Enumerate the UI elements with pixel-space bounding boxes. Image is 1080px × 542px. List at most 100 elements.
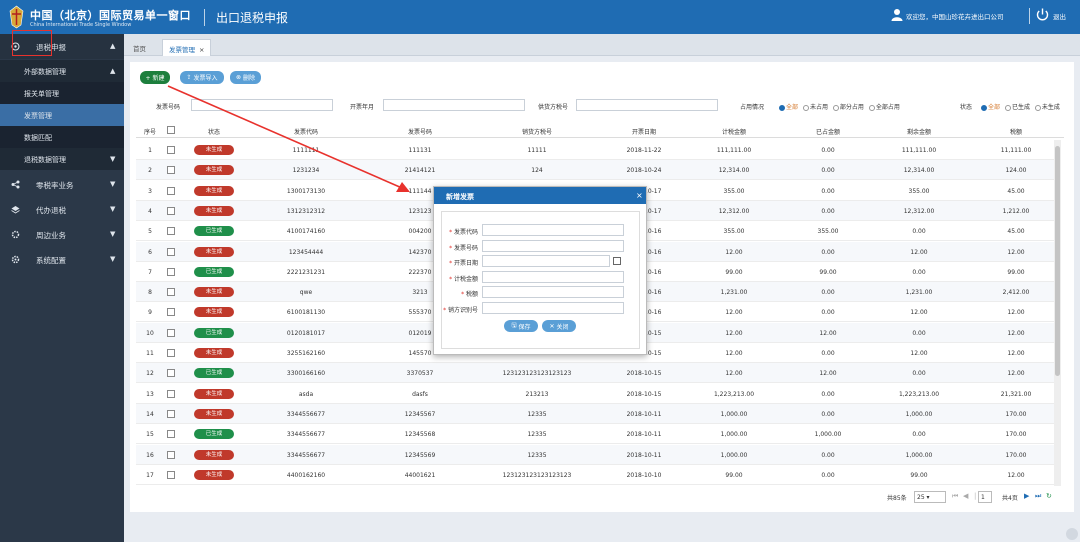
row-checkbox[interactable] bbox=[167, 308, 175, 317]
tab-home[interactable]: 首页 bbox=[127, 39, 152, 56]
form-input[interactable] bbox=[482, 255, 610, 267]
table-cell: 21414121 bbox=[404, 167, 436, 175]
row-checkbox[interactable] bbox=[167, 409, 175, 418]
row-checkbox[interactable] bbox=[167, 247, 175, 256]
sidebar-item-external-data[interactable]: 外部数据管理 ▲ bbox=[0, 60, 124, 82]
status-radio-group[interactable]: 全部 已生成 未生成 bbox=[981, 102, 1063, 111]
table-row[interactable]: 12 已生成 3300166160 3370537 123123123123123123… bbox=[136, 363, 1056, 384]
form-input[interactable] bbox=[482, 286, 624, 298]
issue-month-input[interactable] bbox=[383, 99, 525, 111]
sidebar-item-data-matching[interactable]: 数据匹配 bbox=[0, 126, 124, 148]
status-badge: 未生成 bbox=[194, 145, 234, 155]
table-row[interactable]: 17 未生成 4400162160 44001621 12312312312312312… bbox=[136, 465, 1056, 485]
power-icon[interactable] bbox=[1035, 7, 1050, 22]
table-cell: 1,000.00 bbox=[905, 451, 933, 459]
last-page-icon[interactable]: ⏭ bbox=[1035, 492, 1041, 501]
cell-seq: 1 bbox=[148, 147, 152, 154]
field-label-text: 税额 bbox=[465, 291, 478, 298]
scrollbar-thumb[interactable] bbox=[1055, 146, 1060, 376]
seller-tax-input[interactable] bbox=[576, 99, 718, 111]
row-checkbox[interactable] bbox=[167, 206, 175, 215]
form-input[interactable] bbox=[482, 301, 624, 314]
close-label: 关闭 bbox=[556, 323, 569, 331]
row-checkbox[interactable] bbox=[167, 328, 175, 337]
row-checkbox[interactable] bbox=[167, 288, 175, 297]
close-icon[interactable]: × bbox=[636, 191, 643, 200]
select-all-checkbox[interactable] bbox=[167, 126, 175, 134]
row-checkbox[interactable] bbox=[167, 146, 175, 154]
row-checkbox[interactable] bbox=[167, 470, 175, 479]
page-size-select[interactable]: 25 ▾ bbox=[914, 491, 946, 503]
table-cell: 2018-10-11 bbox=[626, 431, 662, 439]
refresh-icon[interactable]: ↻ bbox=[1046, 492, 1052, 500]
tab-bar: 首页 发票管理 × bbox=[124, 34, 1080, 56]
table-row[interactable]: 2 未生成 1231234 21414121 124 2018-10-24 12,314.0… bbox=[136, 160, 1056, 181]
add-button[interactable]: + 新建 bbox=[140, 71, 170, 84]
occupy-radio-all[interactable]: 全部 bbox=[779, 104, 798, 111]
table-row[interactable]: 13 未生成 asda dasfs 213213 2018-10-15 1,223,213.… bbox=[136, 384, 1056, 404]
page-input[interactable]: 1 bbox=[978, 491, 992, 503]
form-input[interactable] bbox=[482, 224, 624, 236]
row-checkbox[interactable] bbox=[167, 227, 175, 236]
row-checkbox[interactable] bbox=[167, 349, 175, 357]
calendar-icon[interactable] bbox=[613, 257, 621, 265]
sidebar-item-zero-rate[interactable]: 零税率业务 ▼ bbox=[0, 172, 124, 197]
table-cell: 12.00 bbox=[725, 329, 743, 337]
occupy-radio-group[interactable]: 全部 未占用 部分占用 全部占用 bbox=[779, 102, 903, 111]
close-button[interactable]: ✕ 关闭 bbox=[542, 320, 576, 332]
row-checkbox[interactable] bbox=[167, 430, 175, 439]
cell-seq: 13 bbox=[146, 390, 154, 398]
invoice-no-input[interactable] bbox=[191, 99, 333, 111]
tab-invoice-management[interactable]: 发票管理 × bbox=[162, 39, 212, 56]
sidebar-item-invoice-management[interactable]: 发票管理 bbox=[0, 104, 124, 126]
next-page-icon[interactable]: ▶ bbox=[1024, 492, 1029, 500]
row-checkbox[interactable] bbox=[167, 267, 175, 276]
table-cell: 111,111.00 bbox=[716, 147, 752, 154]
row-checkbox[interactable] bbox=[167, 389, 175, 398]
row-checkbox[interactable] bbox=[167, 450, 175, 459]
save-button[interactable]: 🖫 保存 bbox=[504, 320, 538, 332]
sidebar-item-tax-data[interactable]: 退税数据管理 ▼ bbox=[0, 148, 124, 170]
table-cell: 4400162160 bbox=[286, 471, 326, 479]
sidebar-item-peripheral[interactable]: 周边业务 ▼ bbox=[0, 222, 124, 247]
close-icon[interactable]: × bbox=[199, 46, 204, 54]
status-badge: 未生成 bbox=[194, 165, 234, 176]
header-divider-2 bbox=[1029, 8, 1030, 24]
field-label: * 计税金额 bbox=[440, 274, 478, 283]
sidebar-item-system[interactable]: 系统配置 ▼ bbox=[0, 247, 124, 272]
occupy-radio-unoccupied[interactable]: 未占用 bbox=[802, 104, 828, 111]
table-row[interactable]: 1 未生成 1111111 111131 11111 2018-11-22 111,111.… bbox=[136, 140, 1056, 160]
status-radio-generated[interactable]: 已生成 bbox=[1004, 104, 1030, 111]
prev-page-icon[interactable]: ◀ bbox=[963, 492, 968, 500]
delete-button[interactable]: ⊗ 删除 bbox=[230, 71, 261, 84]
first-page-icon[interactable]: ⏮ bbox=[952, 492, 958, 501]
table-scrollbar[interactable] bbox=[1054, 140, 1061, 486]
row-checkbox[interactable] bbox=[167, 186, 175, 195]
form-input[interactable] bbox=[482, 270, 624, 283]
row-checkbox[interactable] bbox=[167, 166, 175, 175]
table-row[interactable]: 16 未生成 3344556677 12345569 12335 2018-10-11 1,… bbox=[136, 444, 1056, 465]
table-cell: 111,111.00 bbox=[901, 147, 937, 154]
col-seller-tax: 销货方税号 bbox=[521, 129, 552, 136]
table-cell: 0.00 bbox=[912, 329, 926, 337]
table-cell: 12.00 bbox=[1007, 350, 1025, 357]
status-radio-not-generated[interactable]: 未生成 bbox=[1034, 104, 1060, 111]
row-checkbox[interactable] bbox=[167, 369, 175, 378]
table-cell: 170.00 bbox=[1005, 451, 1027, 459]
sidebar-item-customs-declaration[interactable]: 报关单管理 bbox=[0, 82, 124, 104]
sidebar-item-agency[interactable]: 代办退税 ▼ bbox=[0, 197, 124, 222]
import-button[interactable]: ⇪ 发票导入 bbox=[180, 71, 224, 84]
logout-link[interactable]: 退出 bbox=[1053, 11, 1066, 21]
occupy-radio-full[interactable]: 全部占用 bbox=[868, 104, 900, 111]
cell-seq: 16 bbox=[146, 451, 154, 459]
status-radio-all[interactable]: 全部 bbox=[981, 104, 1000, 111]
table-row[interactable]: 14 未生成 3344556677 12345567 12335 2018-10-11 1,… bbox=[136, 403, 1056, 424]
upload-icon: ⇪ bbox=[186, 74, 194, 81]
table-cell: 12345569 bbox=[404, 451, 436, 459]
occupy-radio-partial[interactable]: 部分占用 bbox=[832, 104, 864, 111]
sidebar-item-label: 退税数据管理 bbox=[24, 156, 66, 164]
form-input[interactable] bbox=[482, 239, 624, 252]
table-cell: 12335 bbox=[527, 431, 547, 439]
table-cell: 12.00 bbox=[725, 309, 743, 317]
table-row[interactable]: 15 已生成 3344556677 12345568 12335 2018-10-11 1,… bbox=[136, 424, 1056, 445]
